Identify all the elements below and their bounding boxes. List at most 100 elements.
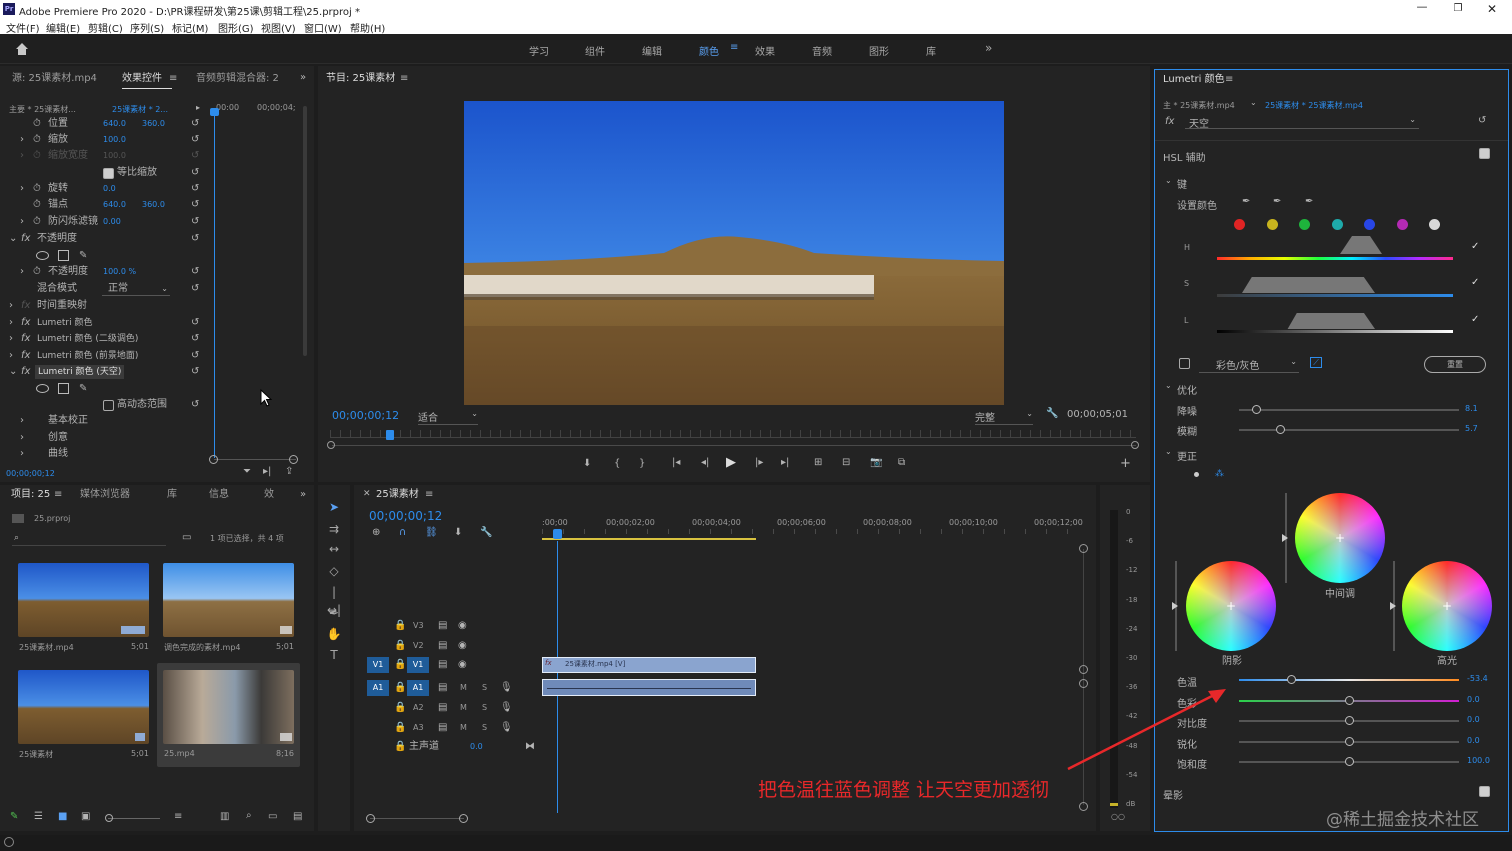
program-ruler[interactable] — [330, 430, 1136, 438]
tab-info[interactable]: 信息 — [209, 485, 229, 505]
lock-icon[interactable]: 🔒 — [394, 657, 406, 673]
microphone-icon[interactable]: 🎙 — [500, 700, 513, 716]
timeline-ruler[interactable]: :00;00 00;00;02;00 00;00;04;00 00;00;06;… — [542, 515, 1083, 541]
restore-button[interactable]: ❐ — [1448, 0, 1468, 18]
preset-select[interactable]: 天空 ⌄ — [1185, 115, 1419, 130]
color-swatch[interactable] — [1396, 219, 1408, 230]
new-item-icon[interactable]: ▤ — [293, 811, 302, 822]
search-box[interactable] — [12, 533, 166, 546]
export-frame-icon[interactable]: 📷 — [870, 457, 882, 468]
sync-lock-icon[interactable]: ▤ — [438, 680, 447, 696]
program-playhead[interactable] — [386, 430, 394, 440]
hsl-section-title[interactable]: HSL 辅助 — [1163, 149, 1206, 164]
color-gray-select[interactable]: 彩色/灰色 ⌄ — [1199, 357, 1299, 373]
lock-icon[interactable]: 🔒 — [394, 720, 406, 736]
menu-window[interactable]: 窗口(W) — [304, 20, 342, 35]
invert-mask-icon[interactable]: ⟋ — [1310, 357, 1322, 368]
razor-tool-icon[interactable]: ◇ — [325, 562, 343, 580]
vertical-scrollbar[interactable] — [303, 106, 307, 356]
h-range-shape[interactable] — [1340, 236, 1382, 254]
chevron-down-icon[interactable]: ⌄ — [1250, 98, 1257, 107]
panel-more-icon[interactable]: » — [300, 72, 306, 83]
scroll-knob[interactable] — [209, 455, 218, 464]
panel-menu-icon[interactable]: ≡ — [1225, 74, 1233, 85]
stopwatch-icon[interactable]: ⏱ — [33, 132, 41, 148]
single-wheel-icon[interactable] — [1194, 472, 1199, 477]
lock-icon[interactable]: 🔒 — [394, 680, 406, 696]
expand-icon[interactable]: › — [20, 430, 24, 446]
correction-slider-value[interactable]: 0.0 — [1467, 736, 1480, 745]
menu-sequence[interactable]: 序列(S) — [130, 20, 164, 35]
tab-effect-controls[interactable]: 效果控件 — [122, 69, 162, 89]
track-id[interactable]: A1 — [407, 680, 429, 696]
fx-icon[interactable]: fx — [21, 331, 30, 347]
correction-slider-value[interactable]: -53.4 — [1467, 674, 1488, 683]
s-confirm-icon[interactable]: ✓ — [1471, 277, 1479, 288]
mute-button[interactable]: M — [460, 680, 467, 696]
step-forward-icon[interactable]: |▸ — [755, 457, 763, 468]
ripple-edit-tool-icon[interactable]: ↔ — [325, 540, 343, 558]
fx-icon[interactable]: fx — [21, 231, 30, 247]
color-swatch[interactable] — [1429, 219, 1440, 230]
close-button[interactable]: ✕ — [1482, 0, 1502, 18]
workspace-audio[interactable]: 音频 — [812, 43, 832, 58]
collapse-icon[interactable]: ⌄ — [9, 231, 17, 247]
correction-slider-knob[interactable] — [1344, 716, 1354, 725]
l-range-shape[interactable] — [1287, 313, 1375, 329]
stopwatch-icon[interactable]: ⏱ — [33, 214, 41, 230]
tab-media-browser[interactable]: 媒体浏览器 — [80, 485, 130, 505]
tab-menu-icon[interactable]: ≡ — [169, 73, 177, 84]
go-to-in-icon[interactable]: |◂ — [672, 457, 680, 468]
project-item[interactable] — [163, 670, 294, 744]
panel-menu-icon[interactable]: ≡ — [400, 73, 408, 84]
nest-icon[interactable]: ⊕ — [372, 527, 380, 538]
correction-slider-knob[interactable] — [1344, 695, 1354, 705]
video-frame[interactable] — [464, 101, 1004, 405]
expand-icon[interactable]: › — [20, 132, 24, 148]
lumetri-title[interactable]: Lumetri 颜色 — [1163, 70, 1225, 90]
pen-mask-icon[interactable]: ✎ — [79, 248, 87, 264]
workspace-effects[interactable]: 效果 — [755, 43, 775, 58]
prop-value[interactable]: 100.0 — [103, 132, 126, 148]
mute-button[interactable]: M — [460, 720, 467, 736]
export-icon[interactable]: ⇪ — [285, 466, 293, 477]
solo-button[interactable]: S — [482, 680, 487, 696]
play-icon[interactable]: ▶ — [726, 455, 736, 470]
timeline-title[interactable]: 25课素材 — [376, 485, 419, 505]
reset-icon[interactable]: ↺ — [191, 281, 199, 297]
mini-scroll[interactable] — [214, 459, 296, 460]
home-icon[interactable] — [15, 42, 29, 56]
ellipse-mask-icon[interactable] — [36, 251, 49, 260]
blur-value[interactable]: 5.7 — [1465, 424, 1478, 433]
reset-icon[interactable]: ↺ — [191, 197, 199, 213]
master-value[interactable]: 0.0 — [470, 739, 483, 755]
expand-icon[interactable]: › — [20, 413, 24, 429]
mute-button[interactable]: M — [460, 700, 467, 716]
close-tab-icon[interactable]: ✕ — [363, 489, 371, 499]
track-select-tool-icon[interactable]: ⇉ — [325, 520, 343, 538]
h-gradient[interactable] — [1217, 257, 1453, 260]
lumetri-target[interactable]: 25课素材 * 25课素材.mp4 — [1265, 100, 1363, 111]
blend-mode-select[interactable]: 正常 ⌄ — [102, 282, 170, 296]
list-view-icon[interactable]: ☰ — [34, 811, 43, 822]
fx-icon[interactable]: fx — [21, 298, 30, 314]
eyedropper-subtract-icon[interactable]: ✒ — [1305, 196, 1313, 207]
prop-value[interactable]: 0.0 — [103, 181, 116, 197]
color-swatch[interactable] — [1364, 219, 1375, 230]
menu-graphics[interactable]: 图形(G) — [218, 20, 254, 35]
reset-icon[interactable]: ↺ — [191, 214, 199, 230]
freeform-view-icon[interactable]: ▣ — [81, 811, 90, 822]
source-patch-a1[interactable]: A1 — [367, 680, 389, 696]
audio-clip[interactable] — [542, 679, 756, 696]
expand-icon[interactable]: › — [9, 348, 13, 364]
sync-lock-icon[interactable]: ▤ — [438, 638, 447, 654]
zoom-slider-knob[interactable] — [105, 814, 113, 822]
mark-out-icon[interactable]: } — [639, 458, 645, 469]
correction-slider-track[interactable] — [1239, 679, 1459, 681]
collapse-icon[interactable]: ⌄ — [9, 364, 17, 380]
icon-view-icon[interactable]: ■ — [58, 811, 67, 822]
reset-icon[interactable]: ↺ — [1478, 115, 1486, 126]
s-range-shape[interactable] — [1242, 277, 1375, 293]
add-marker-icon[interactable]: ⬇ — [454, 527, 462, 538]
project-item[interactable] — [18, 670, 149, 744]
